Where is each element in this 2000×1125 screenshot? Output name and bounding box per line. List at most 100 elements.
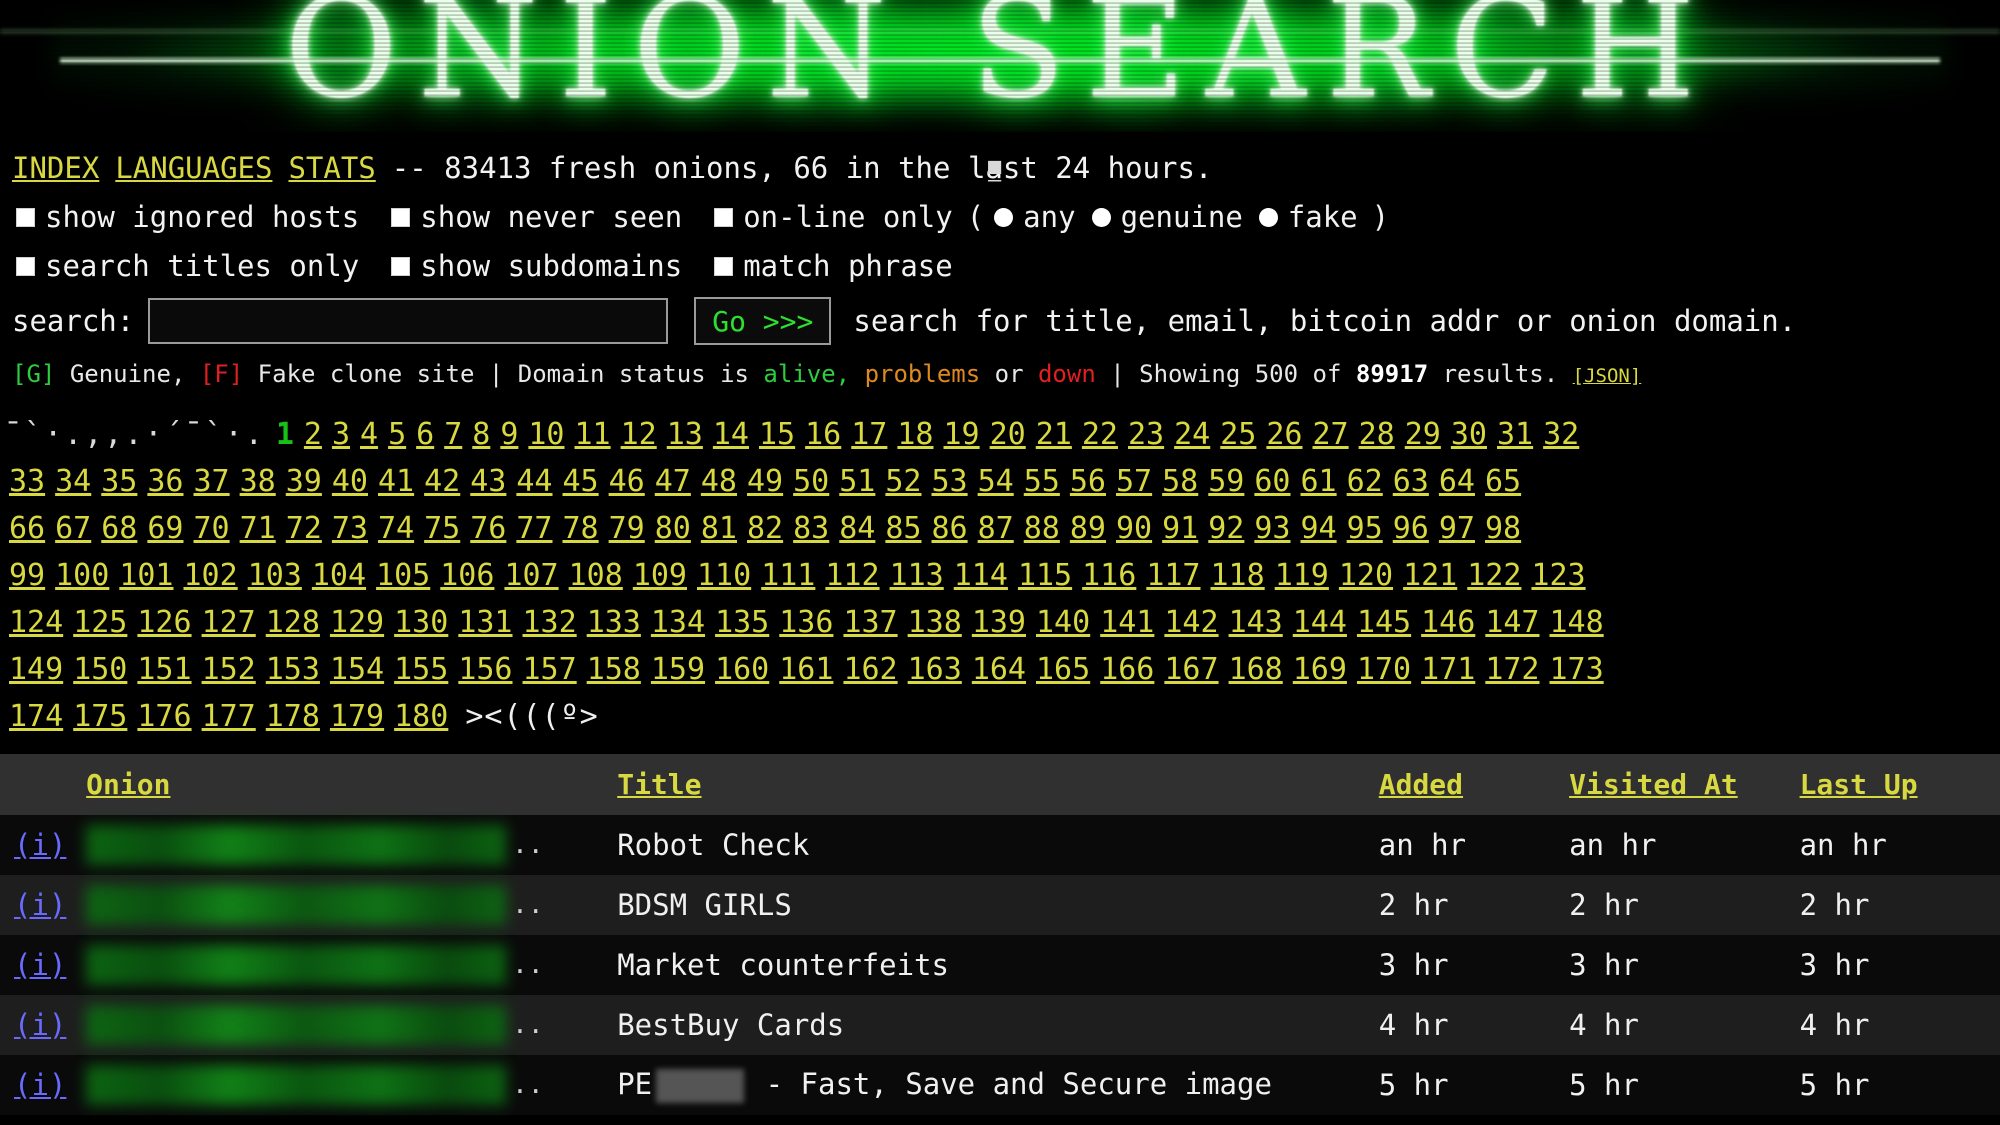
page-link-125[interactable]: 125 xyxy=(73,605,127,640)
page-link-79[interactable]: 79 xyxy=(609,511,645,546)
page-link-87[interactable]: 87 xyxy=(978,511,1014,546)
label-search-titles-only[interactable]: search titles only xyxy=(45,249,359,283)
page-link-68[interactable]: 68 xyxy=(101,511,137,546)
label-radio-genuine[interactable]: genuine xyxy=(1121,200,1243,234)
page-link-103[interactable]: 103 xyxy=(248,558,302,593)
page-link-31[interactable]: 31 xyxy=(1497,417,1533,452)
page-link-170[interactable]: 170 xyxy=(1357,652,1411,687)
checkbox-online-only[interactable] xyxy=(714,207,734,227)
page-link-86[interactable]: 86 xyxy=(932,511,968,546)
page-link-142[interactable]: 142 xyxy=(1164,605,1218,640)
page-link-109[interactable]: 109 xyxy=(633,558,687,593)
page-link-166[interactable]: 166 xyxy=(1100,652,1154,687)
table-row[interactable]: (i).. Robot Check an hr an hr an hr xyxy=(0,815,2000,875)
page-link-128[interactable]: 128 xyxy=(266,605,320,640)
page-link-98[interactable]: 98 xyxy=(1485,511,1521,546)
page-link-72[interactable]: 72 xyxy=(286,511,322,546)
cell-title[interactable]: BestBuy Cards xyxy=(617,995,1379,1055)
cell-title[interactable]: BDSM GIRLS xyxy=(617,875,1379,935)
page-link-160[interactable]: 160 xyxy=(715,652,769,687)
radio-genuine[interactable] xyxy=(1091,207,1111,227)
page-link-54[interactable]: 54 xyxy=(978,464,1014,499)
page-link-155[interactable]: 155 xyxy=(394,652,448,687)
checkbox-search-titles-only[interactable] xyxy=(16,256,35,276)
page-link-81[interactable]: 81 xyxy=(701,511,737,546)
page-link-111[interactable]: 111 xyxy=(761,558,815,593)
page-link-71[interactable]: 71 xyxy=(240,511,276,546)
page-link-157[interactable]: 157 xyxy=(523,652,577,687)
page-link-136[interactable]: 136 xyxy=(779,605,833,640)
page-link-116[interactable]: 116 xyxy=(1082,558,1136,593)
checkbox-show-never-seen[interactable] xyxy=(391,207,411,227)
label-radio-any[interactable]: any xyxy=(1023,200,1075,234)
page-link-3[interactable]: 3 xyxy=(332,417,350,452)
cell-onion-address[interactable]: .. xyxy=(86,875,617,935)
table-row[interactable]: (i).. BestBuy Cards 4 hr 4 hr 4 hr xyxy=(0,995,2000,1055)
page-link-100[interactable]: 100 xyxy=(55,558,109,593)
page-link-105[interactable]: 105 xyxy=(376,558,430,593)
page-link-51[interactable]: 51 xyxy=(839,464,875,499)
page-link-161[interactable]: 161 xyxy=(779,652,833,687)
page-link-119[interactable]: 119 xyxy=(1275,558,1329,593)
page-link-115[interactable]: 115 xyxy=(1018,558,1072,593)
page-link-10[interactable]: 10 xyxy=(528,417,564,452)
page-link-176[interactable]: 176 xyxy=(137,699,191,734)
header-title[interactable]: Title xyxy=(617,754,1379,815)
page-link-63[interactable]: 63 xyxy=(1393,464,1429,499)
cell-onion-address[interactable]: .. xyxy=(86,995,617,1055)
page-link-18[interactable]: 18 xyxy=(897,417,933,452)
info-link-icon[interactable]: (i) xyxy=(0,948,66,982)
page-link-152[interactable]: 152 xyxy=(202,652,256,687)
label-show-ignored-hosts[interactable]: show ignored hosts xyxy=(45,200,359,234)
page-link-150[interactable]: 150 xyxy=(73,652,127,687)
page-link-69[interactable]: 69 xyxy=(147,511,183,546)
page-link-177[interactable]: 177 xyxy=(202,699,256,734)
page-link-59[interactable]: 59 xyxy=(1208,464,1244,499)
page-link-168[interactable]: 168 xyxy=(1229,652,1283,687)
page-link-1[interactable]: 1 xyxy=(276,417,294,452)
checkbox-show-ignored-hosts[interactable] xyxy=(16,207,35,227)
page-link-91[interactable]: 91 xyxy=(1162,511,1198,546)
page-link-9[interactable]: 9 xyxy=(500,417,518,452)
page-link-85[interactable]: 85 xyxy=(885,511,921,546)
page-link-97[interactable]: 97 xyxy=(1439,511,1475,546)
page-link-27[interactable]: 27 xyxy=(1313,417,1349,452)
header-onion[interactable]: Onion xyxy=(86,754,618,815)
page-link-104[interactable]: 104 xyxy=(312,558,366,593)
page-link-120[interactable]: 120 xyxy=(1339,558,1393,593)
page-link-26[interactable]: 26 xyxy=(1266,417,1302,452)
page-link-179[interactable]: 179 xyxy=(330,699,384,734)
page-link-20[interactable]: 20 xyxy=(990,417,1026,452)
page-link-123[interactable]: 123 xyxy=(1531,558,1585,593)
page-link-4[interactable]: 4 xyxy=(360,417,378,452)
page-link-132[interactable]: 132 xyxy=(523,605,577,640)
page-link-65[interactable]: 65 xyxy=(1485,464,1521,499)
page-link-58[interactable]: 58 xyxy=(1162,464,1198,499)
page-link-158[interactable]: 158 xyxy=(587,652,641,687)
page-link-129[interactable]: 129 xyxy=(330,605,384,640)
cell-onion-address[interactable]: .. xyxy=(86,1055,617,1115)
page-link-13[interactable]: 13 xyxy=(667,417,703,452)
page-link-44[interactable]: 44 xyxy=(516,464,552,499)
page-link-77[interactable]: 77 xyxy=(516,511,552,546)
checkbox-match-phrase[interactable] xyxy=(714,256,734,276)
page-link-154[interactable]: 154 xyxy=(330,652,384,687)
page-link-74[interactable]: 74 xyxy=(378,511,414,546)
page-link-22[interactable]: 22 xyxy=(1082,417,1118,452)
page-link-17[interactable]: 17 xyxy=(851,417,887,452)
cell-onion-address[interactable]: .. xyxy=(86,815,617,875)
page-link-110[interactable]: 110 xyxy=(697,558,751,593)
page-link-101[interactable]: 101 xyxy=(119,558,173,593)
info-link-icon[interactable]: (i) xyxy=(0,828,66,862)
page-link-57[interactable]: 57 xyxy=(1116,464,1152,499)
label-show-never-seen[interactable]: show never seen xyxy=(420,200,682,234)
cell-title[interactable]: Robot Check xyxy=(617,815,1379,875)
page-link-153[interactable]: 153 xyxy=(266,652,320,687)
page-link-37[interactable]: 37 xyxy=(194,464,230,499)
page-link-90[interactable]: 90 xyxy=(1116,511,1152,546)
table-row[interactable]: (i).. BDSM GIRLS 2 hr 2 hr 2 hr xyxy=(0,875,2000,935)
page-link-88[interactable]: 88 xyxy=(1024,511,1060,546)
label-match-phrase[interactable]: match phrase xyxy=(743,249,953,283)
page-link-167[interactable]: 167 xyxy=(1164,652,1218,687)
page-link-121[interactable]: 121 xyxy=(1403,558,1457,593)
